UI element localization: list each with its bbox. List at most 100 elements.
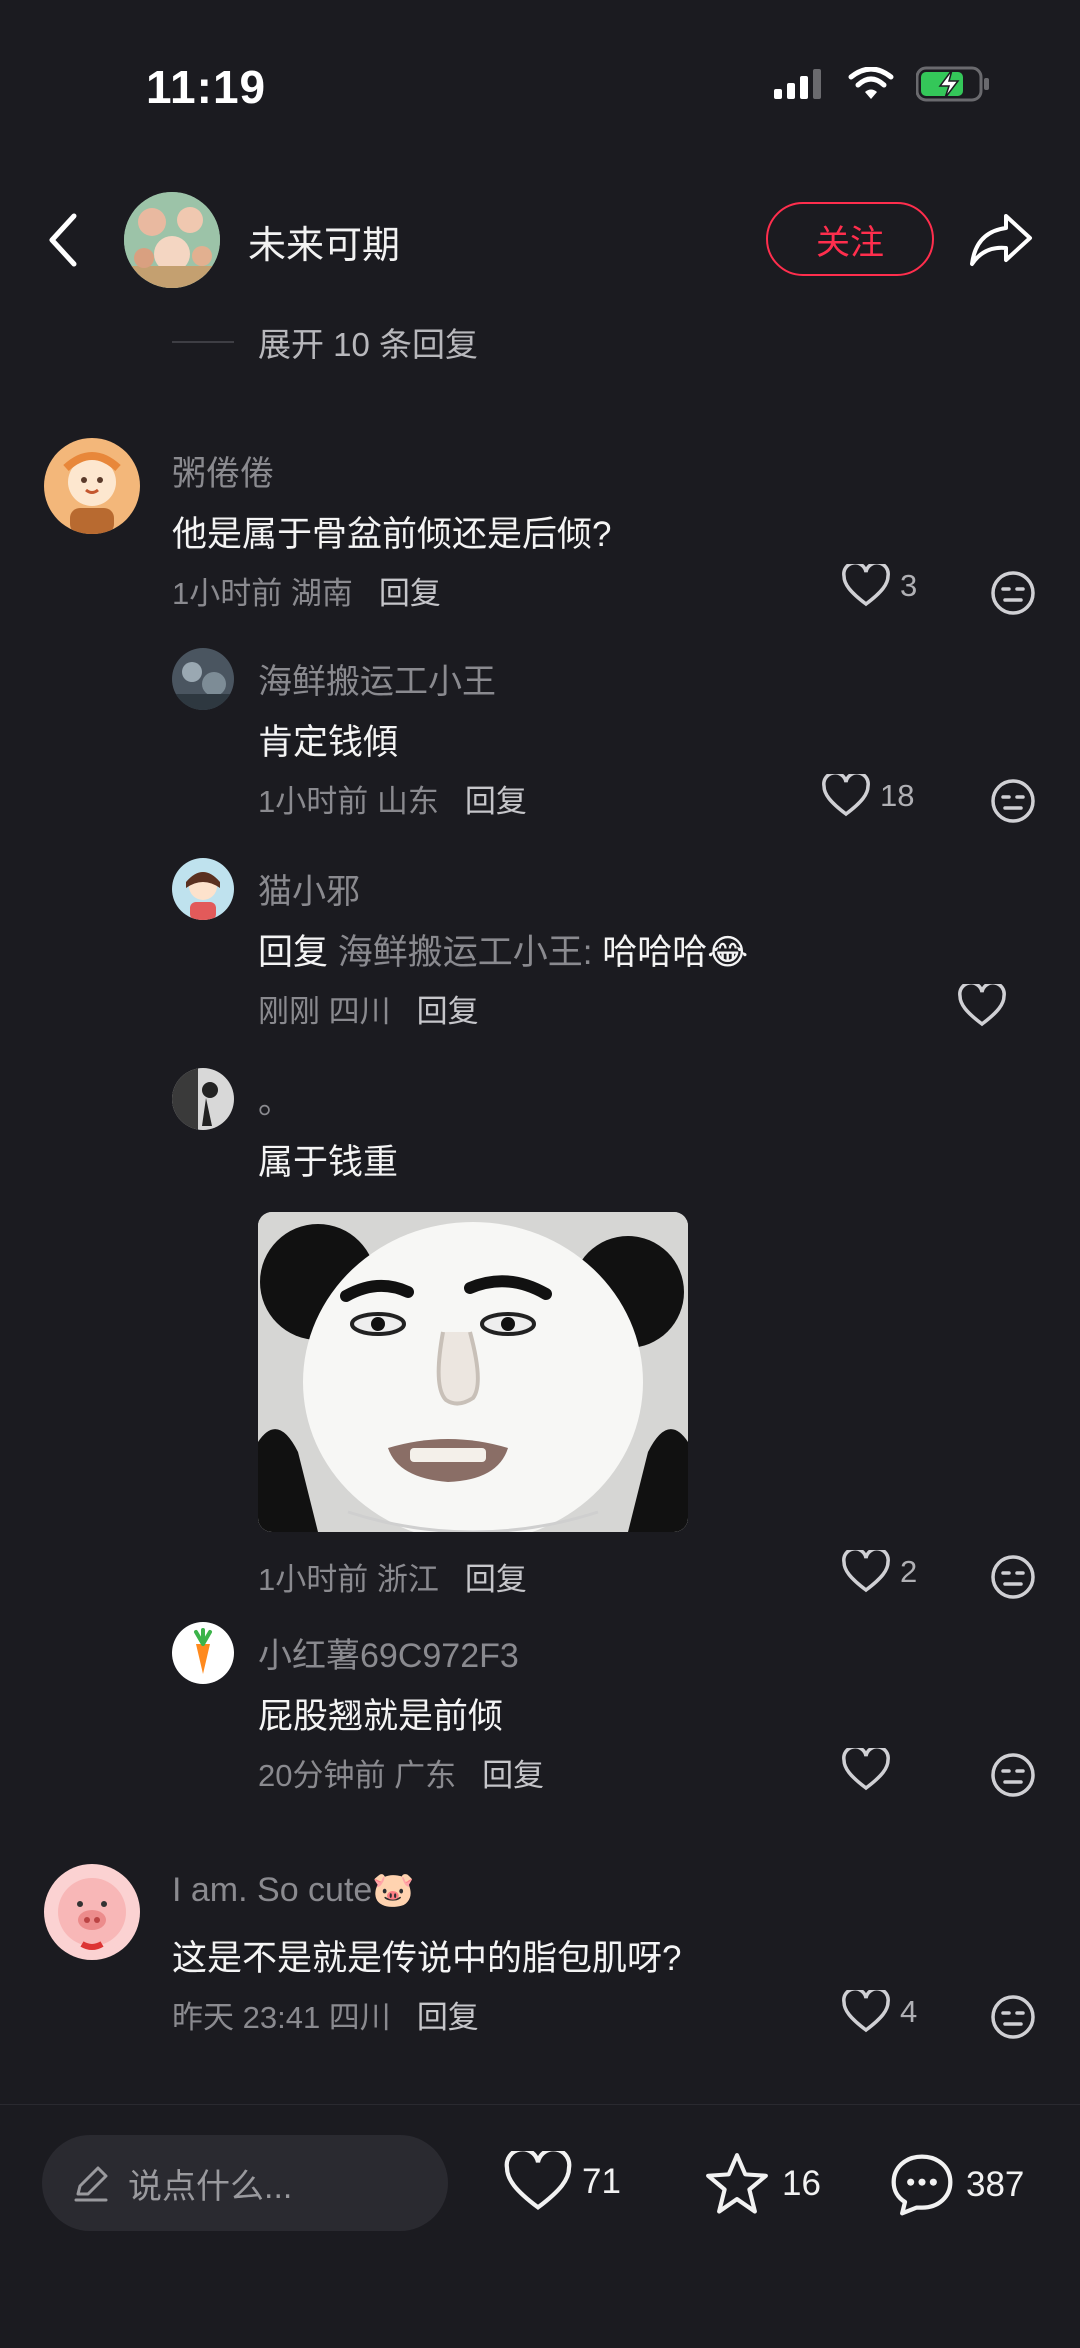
avatar-image (172, 648, 234, 710)
follow-button[interactable]: 关注 (766, 202, 934, 276)
reply-body: 哈哈哈😂 (602, 933, 749, 972)
avatar-image (172, 858, 234, 920)
comment-time-location: 1小时前 湖南 (172, 576, 353, 611)
comment-time-location: 刚刚 四川 (258, 994, 391, 1029)
expand-replies[interactable]: 展开 10 条回复 (172, 318, 478, 366)
comment-input[interactable]: 说点什么... (42, 2135, 448, 2231)
battery-charging-icon (916, 66, 989, 102)
comment-text[interactable]: 这是不是就是传说中的脂包肌呀? (172, 1930, 681, 1981)
back-button[interactable] (40, 210, 90, 270)
expand-replies-label: 展开 10 条回复 (258, 326, 479, 363)
heart-icon (842, 564, 890, 607)
reply-button[interactable]: 回复 (465, 1562, 527, 1597)
neutral-face-icon (991, 1555, 1035, 1599)
pencil-icon (74, 2166, 108, 2202)
comment-time-location: 20分钟前 广东 (258, 1758, 457, 1793)
neutral-face-icon (991, 1995, 1035, 2039)
comment-username[interactable]: 猫小邪 (258, 864, 360, 913)
like-count: 3 (900, 568, 918, 603)
like-button[interactable] (958, 984, 1006, 1028)
comment-text[interactable]: 属于钱重 (258, 1134, 398, 1185)
note-header: 未来可期 关注 (0, 190, 1080, 290)
reply-button[interactable]: 回复 (417, 994, 479, 1029)
comments-button[interactable]: 387 (888, 2151, 1024, 2219)
chat-bubble-icon (891, 2154, 953, 2216)
share-button[interactable] (968, 210, 1034, 270)
wifi-icon (848, 67, 894, 99)
like-count: 4 (900, 1994, 918, 2029)
comment-text[interactable]: 回复 海鲜搬运工小王: 哈哈哈😂 (258, 924, 748, 975)
like-note-button[interactable]: 71 (504, 2151, 621, 2213)
comment-username[interactable]: 海鲜搬运工小王 (258, 654, 496, 703)
author-avatar-image (124, 192, 220, 288)
comment-meta: 昨天 23:41 四川 回复 (172, 1992, 479, 2037)
heart-icon (842, 1748, 890, 1791)
avatar-image (172, 1068, 234, 1130)
avatar[interactable] (172, 858, 234, 920)
carrot-avatar-image (172, 1622, 234, 1684)
panda-meme-image (258, 1212, 688, 1532)
avatar[interactable] (44, 1864, 140, 1960)
status-bar: 11:19 (0, 0, 1080, 180)
avatar-image (44, 438, 140, 534)
reply-to-username[interactable]: 海鲜搬运工小王: (338, 933, 593, 972)
dislike-button[interactable] (990, 1994, 1036, 2040)
dislike-button[interactable] (990, 778, 1036, 824)
neutral-face-icon (991, 1753, 1035, 1797)
comment-username[interactable]: 。 (258, 1074, 292, 1123)
avatar[interactable] (172, 1068, 234, 1130)
avatar[interactable] (172, 1622, 234, 1684)
comment-username[interactable]: 粥倦倦 (172, 446, 274, 495)
comment-meta: 1小时前 山东 回复 (258, 776, 527, 821)
comment-time-location: 昨天 23:41 四川 (172, 2000, 391, 2035)
comment-meta: 20分钟前 广东 回复 (258, 1750, 544, 1795)
dislike-button[interactable] (990, 1554, 1036, 1600)
heart-icon (958, 984, 1006, 1027)
like-button[interactable]: 4 (842, 1990, 917, 2034)
comment-time-location: 1小时前 山东 (258, 784, 439, 819)
comment-time-location: 1小时前 浙江 (258, 1562, 439, 1597)
comment-text[interactable]: 肯定钱傾 (258, 714, 398, 765)
avatar[interactable] (172, 648, 234, 710)
comment-text[interactable]: 他是属于骨盆前倾还是后倾? (172, 506, 611, 557)
dislike-button[interactable] (990, 1752, 1036, 1798)
reply-button[interactable]: 回复 (465, 784, 527, 819)
status-time: 11:19 (146, 61, 267, 113)
reply-button[interactable]: 回复 (417, 2000, 479, 2035)
divider-line (172, 341, 234, 343)
comment-username[interactable]: 小红薯69C972F3 (258, 1628, 519, 1677)
comment-text[interactable]: 屁股翘就是前倾 (258, 1688, 503, 1739)
reply-button[interactable]: 回复 (379, 576, 441, 611)
share-icon (970, 214, 1032, 266)
heart-icon (842, 1550, 890, 1593)
comment-username[interactable]: I am. So cute🐷 (172, 1870, 415, 1910)
reply-prefix: 回复 (258, 933, 329, 972)
star-icon (706, 2153, 768, 2214)
like-button[interactable]: 3 (842, 564, 917, 608)
dislike-button[interactable] (990, 570, 1036, 616)
like-button[interactable]: 2 (842, 1550, 917, 1594)
like-button[interactable] (842, 1748, 890, 1792)
like-button[interactable]: 18 (822, 774, 914, 818)
note-comment-count: 387 (966, 2165, 1025, 2204)
chevron-left-icon (49, 213, 77, 267)
comment-meta: 刚刚 四川 回复 (258, 986, 479, 1031)
bottom-action-bar: 说点什么... 71 16 387 (0, 2104, 1080, 2348)
comment-meta: 1小时前 浙江 回复 (258, 1554, 527, 1599)
collect-note-button[interactable]: 16 (702, 2151, 821, 2217)
note-like-count: 71 (582, 2162, 621, 2201)
avatar[interactable] (44, 438, 140, 534)
author-avatar[interactable] (124, 192, 220, 288)
comment-meta: 1小时前 湖南 回复 (172, 568, 441, 613)
heart-icon (842, 1990, 890, 2033)
comment-input-placeholder: 说点什么... (128, 2167, 293, 2206)
comment-image[interactable] (258, 1212, 688, 1532)
reply-button[interactable]: 回复 (482, 1758, 544, 1793)
like-count: 18 (880, 778, 915, 813)
like-count: 2 (900, 1554, 918, 1589)
status-icons (774, 66, 990, 102)
author-name[interactable]: 未来可期 (248, 214, 400, 269)
heart-icon (822, 774, 870, 817)
pig-avatar-image (44, 1864, 140, 1960)
neutral-face-icon (991, 779, 1035, 823)
